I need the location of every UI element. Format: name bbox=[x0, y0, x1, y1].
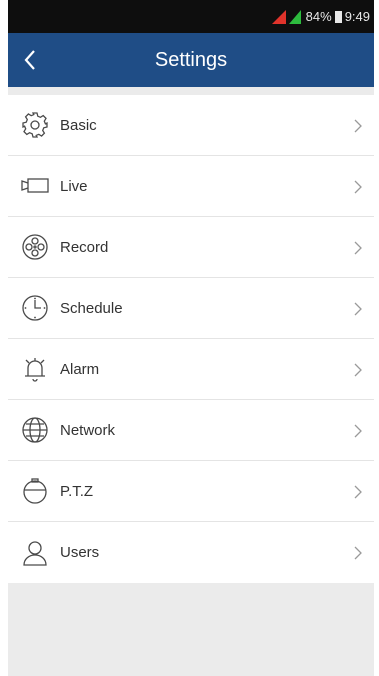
globe-icon bbox=[20, 415, 50, 445]
chevron-right-icon bbox=[354, 363, 362, 377]
chevron-right-icon bbox=[354, 424, 362, 438]
menu-label: Live bbox=[60, 177, 88, 195]
clock-icon bbox=[20, 293, 50, 323]
menu-label: Basic bbox=[60, 116, 97, 134]
menu-item-alarm[interactable]: Alarm bbox=[8, 339, 374, 400]
menu-item-ptz[interactable]: P.T.Z bbox=[8, 461, 374, 522]
back-icon[interactable] bbox=[18, 47, 42, 73]
chevron-right-icon bbox=[354, 302, 362, 316]
film-reel-icon bbox=[20, 232, 50, 262]
menu-item-basic[interactable]: Basic bbox=[8, 95, 374, 156]
phone-screen: 84% 9:49 Settings Basic Live Record Sche… bbox=[8, 0, 374, 676]
battery-percent: 84% bbox=[305, 9, 332, 24]
page-title: Settings bbox=[154, 48, 228, 71]
menu-item-network[interactable]: Network bbox=[8, 400, 374, 461]
bell-icon bbox=[20, 354, 50, 384]
clock-time: 9:49 bbox=[344, 9, 370, 24]
menu-label: Record bbox=[60, 238, 109, 256]
menu-item-users[interactable]: Users bbox=[8, 522, 374, 583]
settings-list: Basic Live Record Schedule Alarm Network… bbox=[8, 95, 374, 583]
status-bar: 84% 9:49 bbox=[8, 0, 374, 33]
ptz-dome-icon bbox=[20, 476, 50, 506]
menu-label: Schedule bbox=[60, 299, 123, 317]
battery-icon bbox=[334, 10, 342, 23]
menu-label: Users bbox=[60, 544, 100, 561]
chevron-right-icon bbox=[354, 485, 362, 499]
menu-label: Network bbox=[60, 421, 116, 439]
user-icon bbox=[20, 538, 50, 568]
chevron-right-icon bbox=[354, 546, 362, 560]
menu-item-record[interactable]: Record bbox=[8, 217, 374, 278]
gear-icon bbox=[20, 110, 50, 140]
menu-label: P.T.Z bbox=[60, 482, 94, 500]
app-header: Settings bbox=[8, 33, 374, 87]
chevron-right-icon bbox=[354, 241, 362, 255]
no-sim-signal-icon bbox=[271, 9, 286, 24]
menu-item-schedule[interactable]: Schedule bbox=[8, 278, 374, 339]
menu-item-live[interactable]: Live bbox=[8, 156, 374, 217]
camera-icon bbox=[20, 171, 50, 201]
menu-label: Alarm bbox=[60, 360, 100, 378]
chevron-right-icon bbox=[354, 180, 362, 194]
chevron-right-icon bbox=[354, 119, 362, 133]
signal-icon bbox=[288, 9, 301, 24]
